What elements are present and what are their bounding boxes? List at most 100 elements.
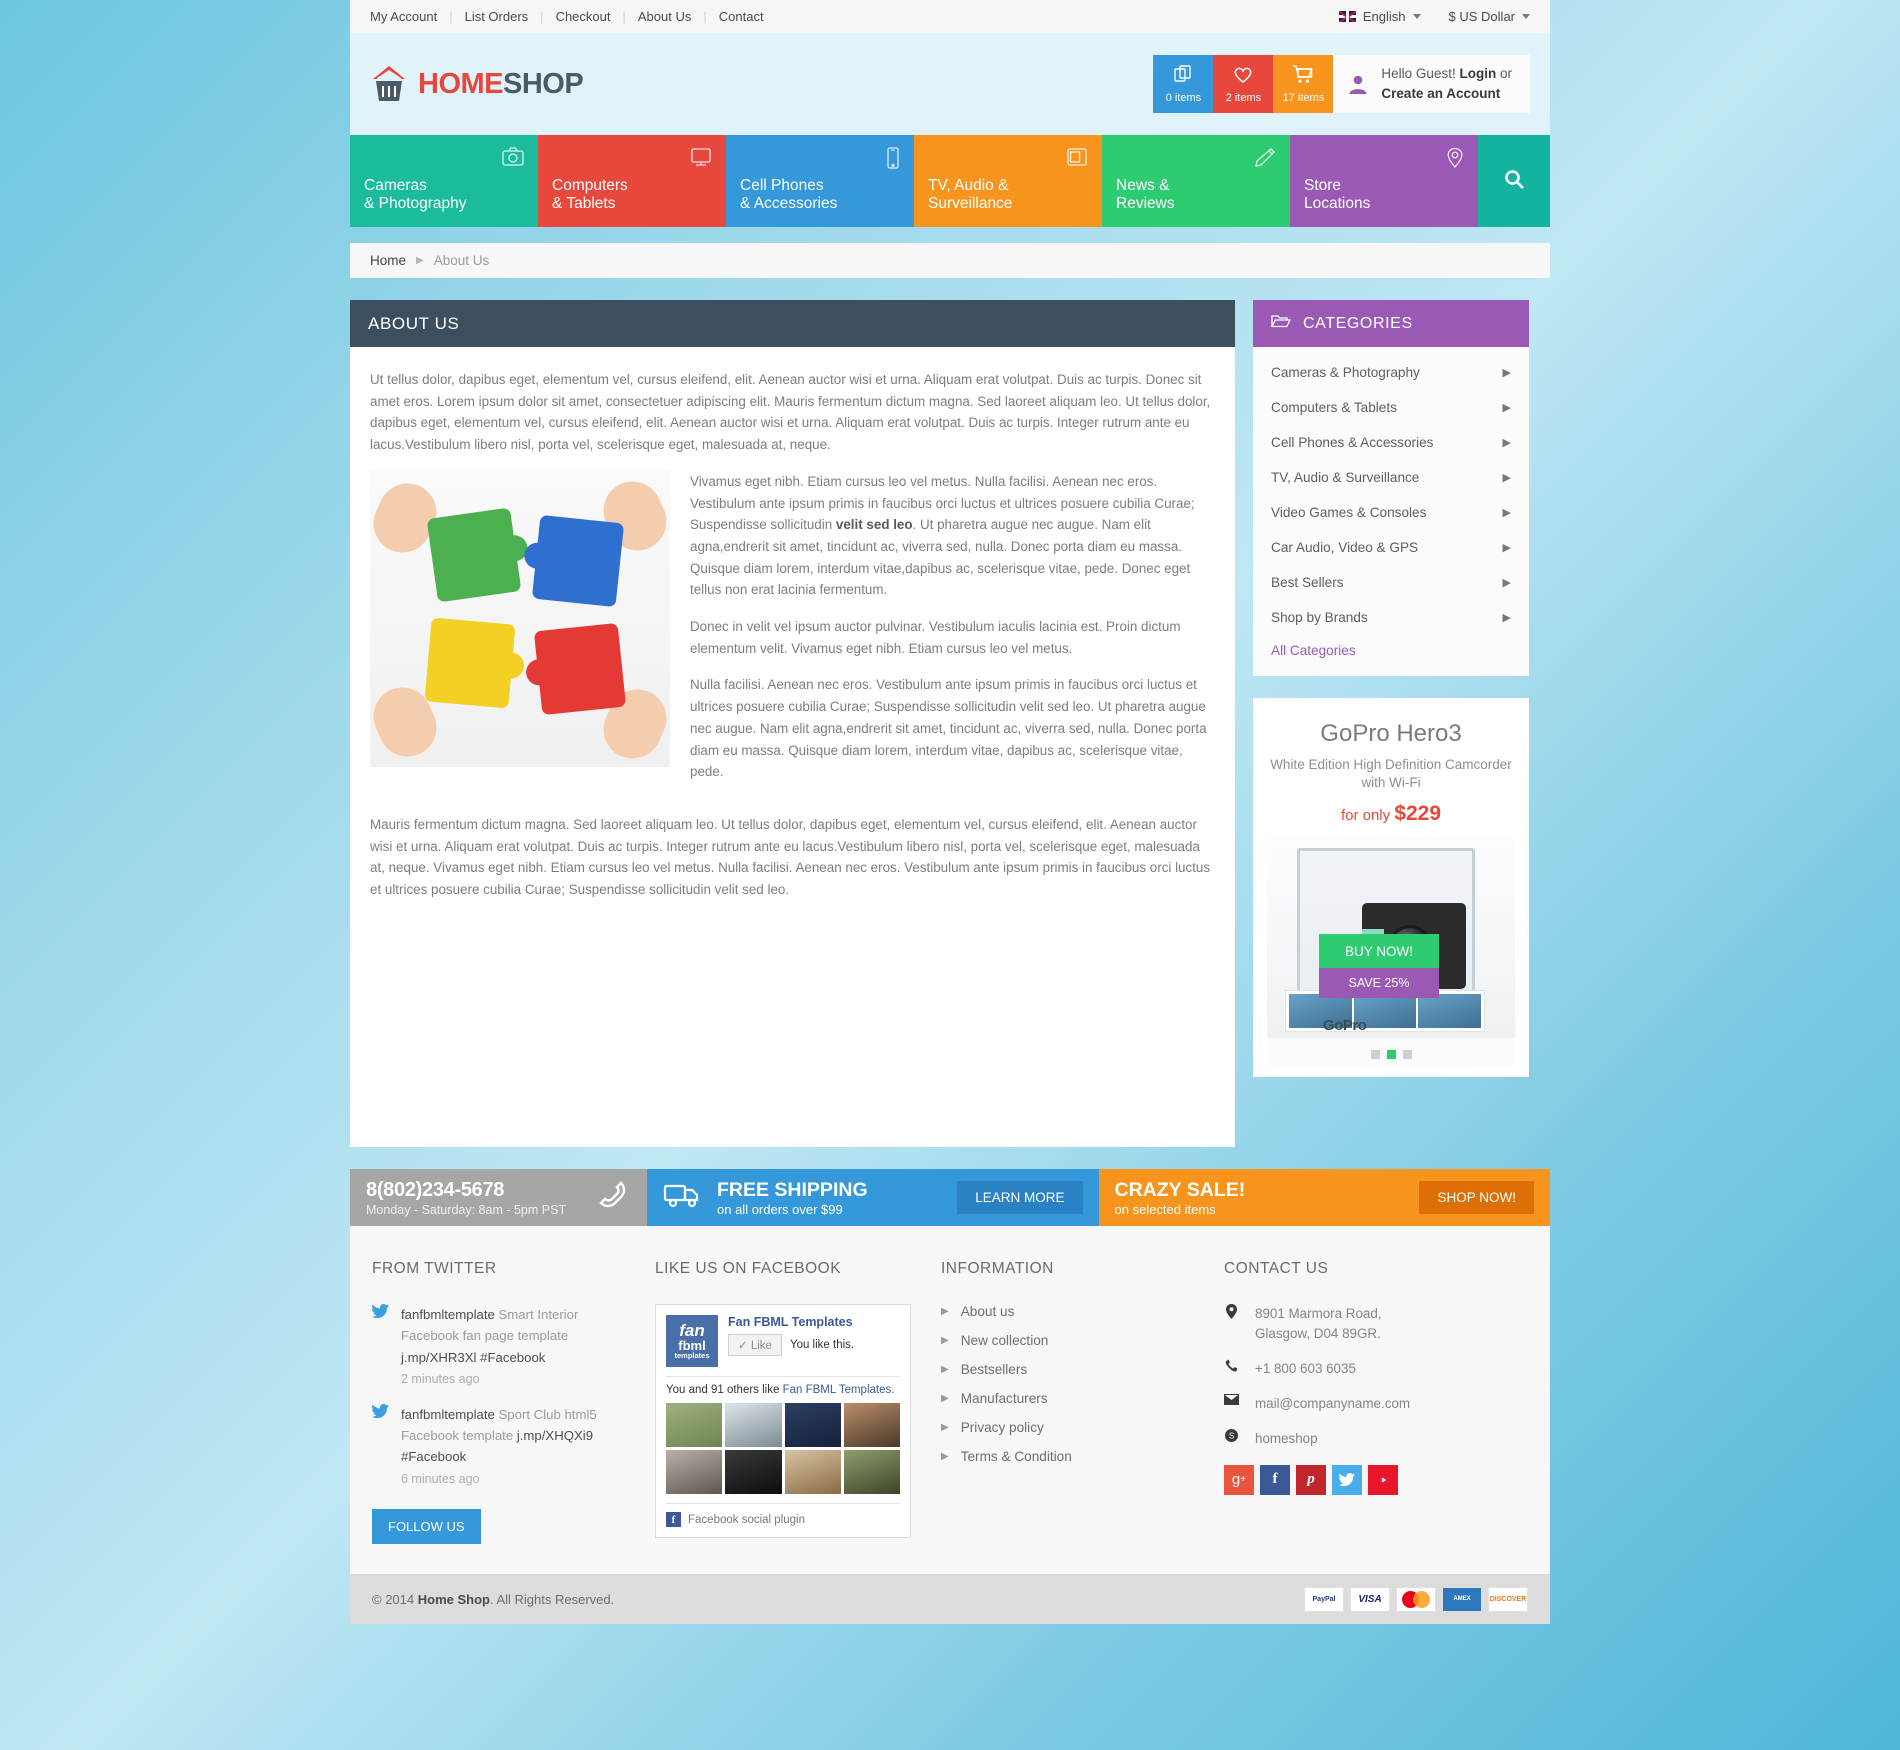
nav-cameras-photography[interactable]: Cameras & Photography	[350, 135, 538, 227]
info-item-about-us[interactable]: ▶ About us	[941, 1304, 1196, 1319]
pinterest-icon[interactable]: p	[1296, 1464, 1326, 1495]
wishlist-button[interactable]: 2 items	[1213, 55, 1274, 113]
mastercard-icon	[1396, 1586, 1436, 1612]
all-categories-link[interactable]: All Categories	[1253, 635, 1529, 658]
save-badge[interactable]: SAVE 25%	[1319, 968, 1439, 999]
home-basket-icon	[370, 64, 408, 104]
youtube-icon[interactable]	[1368, 1464, 1398, 1495]
carousel-dot-1[interactable]	[1370, 1050, 1380, 1060]
info-item-privacy-policy[interactable]: ▶ Privacy policy	[941, 1420, 1196, 1435]
copyright-text: © 2014 Home Shop. All Rights Reserved.	[372, 1591, 615, 1607]
nav-cell-phones-accessories[interactable]: Cell Phones & Accessories	[726, 135, 914, 227]
facebook-title: LIKE US ON FACEBOOK	[655, 1260, 842, 1277]
category-item-cameras[interactable]: Cameras & Photography ▶	[1253, 355, 1529, 390]
category-label: Cell Phones & Accessories	[1271, 435, 1434, 450]
category-item-computers[interactable]: Computers & Tablets ▶	[1253, 390, 1529, 425]
currency-selector[interactable]: $ US Dollar	[1449, 9, 1530, 24]
chevron-right-icon: ▶	[941, 1306, 949, 1317]
cart-button[interactable]: 17 items	[1273, 55, 1334, 113]
carousel-dot-2[interactable]	[1386, 1050, 1396, 1060]
shipping-subtitle: on all orders over $99	[717, 1201, 843, 1217]
payment-methods: PayPal VISA AMEX DISCOVER	[1304, 1586, 1528, 1612]
paragraph-2: Vivamus eget nibh. Etiam cursus leo vel …	[690, 473, 1195, 598]
buy-now-button[interactable]: BUY NOW!	[1319, 934, 1439, 969]
category-label: Best Sellers	[1271, 575, 1344, 590]
top-link-about-us[interactable]: About Us	[626, 9, 703, 24]
category-item-shop-by-brands[interactable]: Shop by Brands ▶	[1253, 600, 1529, 635]
nav-news-reviews[interactable]: News & Reviews	[1102, 135, 1290, 227]
create-account-link[interactable]: Create an Account	[1381, 86, 1500, 101]
crazy-sale-banner: CRAZY SALE! on selected items SHOP NOW!	[1098, 1169, 1550, 1226]
pencil-icon	[1254, 147, 1276, 172]
shop-now-button[interactable]: SHOP NOW!	[1419, 1181, 1534, 1214]
top-link-contact[interactable]: Contact	[707, 9, 776, 24]
category-item-cell-phones[interactable]: Cell Phones & Accessories ▶	[1253, 425, 1529, 460]
breadcrumb: Home ▶ About Us	[350, 243, 1550, 278]
category-item-tv-audio[interactable]: TV, Audio & Surveillance ▶	[1253, 460, 1529, 495]
truck-icon	[663, 1181, 703, 1214]
top-link-checkout[interactable]: Checkout	[544, 9, 623, 24]
category-item-best-sellers[interactable]: Best Sellers ▶	[1253, 565, 1529, 600]
category-item-video-games[interactable]: Video Games & Consoles ▶	[1253, 495, 1529, 530]
email-text[interactable]: mail@companyname.com	[1255, 1394, 1410, 1414]
currency-label: $ US Dollar	[1448, 9, 1515, 24]
tweet-user[interactable]: fanfbmltemplate	[401, 1407, 495, 1422]
twitter-title: FROM TWITTER	[372, 1260, 497, 1277]
paragraph-5: Mauris fermentum dictum magna. Sed laore…	[370, 816, 1211, 898]
paypal-icon: PayPal	[1304, 1586, 1344, 1612]
tweet-link[interactable]: j.mp/XHR3Xl #Facebook	[401, 1350, 545, 1365]
information-list: ▶ About us ▶ New collection ▶ Bestsellers ▶…	[941, 1304, 1196, 1464]
tweet-time: 6 minutes ago	[401, 1471, 480, 1486]
nav-search-button[interactable]	[1478, 135, 1550, 227]
top-link-my-account[interactable]: My Account	[370, 9, 449, 24]
tweet-user[interactable]: fanfbmltemplate	[401, 1307, 495, 1322]
learn-more-button[interactable]: LEARN MORE	[957, 1181, 1083, 1214]
chevron-down-icon	[1522, 14, 1530, 19]
info-item-terms-condition[interactable]: ▶ Terms & Condition	[941, 1449, 1196, 1464]
language-selector[interactable]: English	[1338, 9, 1421, 24]
google-plus-icon[interactable]: g +	[1224, 1464, 1254, 1495]
category-label: Video Games & Consoles	[1271, 505, 1427, 520]
categories-list: Cameras & Photography ▶ Computers & Table…	[1253, 347, 1529, 676]
discover-icon: DISCOVER	[1488, 1586, 1528, 1612]
phone-number: 8(802)234-5678	[366, 1178, 505, 1201]
top-link-list-orders[interactable]: List Orders	[453, 9, 541, 24]
carousel-dots	[1267, 1038, 1515, 1066]
cart-icon	[1292, 64, 1314, 89]
category-item-car-audio[interactable]: Car Audio, Video & GPS ▶	[1253, 530, 1529, 565]
face-thumb	[725, 1450, 782, 1494]
twitter-icon[interactable]	[1332, 1464, 1362, 1495]
facebook-faces-grid	[666, 1403, 900, 1494]
compare-button[interactable]: 0 items	[1153, 55, 1214, 113]
facebook-like-button[interactable]: ✓ Like	[728, 1334, 782, 1356]
category-label: Computers & Tablets	[1271, 400, 1397, 415]
nav-label: Computers & Tablets	[552, 176, 628, 212]
monitor-icon	[690, 147, 712, 172]
nav-tv-audio-surveillance[interactable]: TV, Audio & Surveillance	[914, 135, 1102, 227]
contact-phone: +1 800 603 6035	[1224, 1359, 1494, 1379]
nav-computers-tablets[interactable]: Computers & Tablets	[538, 135, 726, 227]
info-item-manufacturers[interactable]: ▶ Manufacturers	[941, 1391, 1196, 1406]
user-avatar-icon	[1347, 73, 1369, 95]
account-box: Hello Guest! Login or Create an Account	[1333, 55, 1530, 113]
phone-text: +1 800 603 6035	[1255, 1361, 1356, 1377]
phone-handset-icon	[597, 1179, 631, 1216]
face-thumb	[843, 1450, 900, 1494]
facebook-count-link[interactable]: Fan FBML Templates.	[783, 1384, 895, 1396]
info-item-bestsellers[interactable]: ▶ Bestsellers	[941, 1362, 1196, 1377]
facebook-like-row: ✓ Like You like this.	[728, 1334, 854, 1356]
paragraph-1: Ut tellus dolor, dapibus eget, elementum…	[370, 372, 1211, 453]
paragraph-4: Nulla facilisi. Aenean nec eros. Vestibu…	[690, 677, 1207, 780]
login-link[interactable]: Login	[1459, 66, 1496, 81]
facebook-page-name[interactable]: Fan FBML Templates	[728, 1315, 854, 1329]
breadcrumb-home[interactable]: Home	[370, 253, 406, 268]
skype-text[interactable]: homeshop	[1255, 1429, 1318, 1449]
carousel-dot-3[interactable]	[1402, 1050, 1412, 1060]
logo[interactable]: HOMESHOP	[370, 64, 584, 104]
image-text-block: Vivamus eget nibh. Etiam cursus leo vel …	[370, 470, 1215, 798]
info-item-new-collection[interactable]: ▶ New collection	[941, 1333, 1196, 1348]
follow-us-button[interactable]: FOLLOW US	[372, 1509, 481, 1544]
facebook-icon[interactable]: f	[1260, 1464, 1290, 1495]
twitter-bird-icon	[372, 1403, 389, 1490]
nav-store-locations[interactable]: Store Locations	[1290, 135, 1478, 227]
